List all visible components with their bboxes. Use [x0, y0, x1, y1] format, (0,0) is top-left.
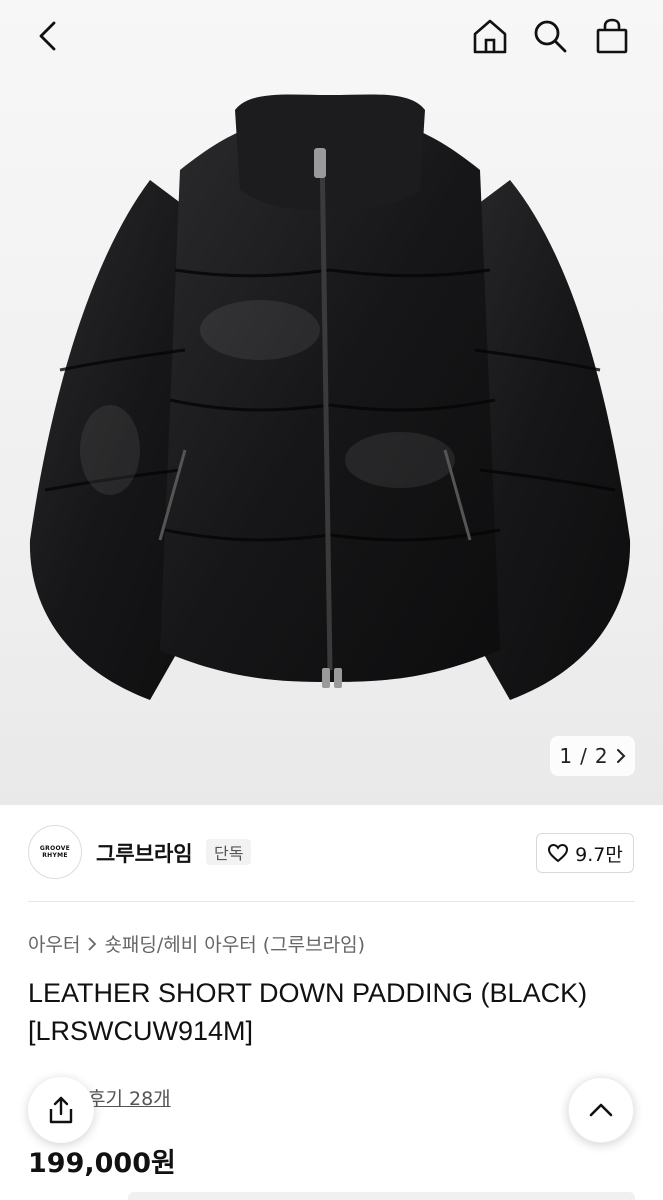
- product-title-line1: LEATHER SHORT DOWN PADDING (BLACK): [28, 978, 588, 1008]
- breadcrumb-subcategory[interactable]: 숏패딩/헤비 아우터 (그루브라임): [104, 930, 365, 957]
- review-link[interactable]: 후기 28개: [88, 1084, 171, 1111]
- bottom-panel-edge: [128, 1192, 635, 1200]
- exclusive-badge: 단독: [206, 839, 252, 865]
- shopping-bag-icon: [596, 18, 628, 54]
- pager-total: 2: [594, 744, 608, 768]
- brand-logo[interactable]: GROOVE RHYME: [28, 825, 82, 879]
- image-pager[interactable]: 1 / 2: [550, 736, 635, 776]
- share-button[interactable]: [28, 1077, 94, 1143]
- back-button[interactable]: [24, 14, 72, 58]
- brand-logo-text: GROOVE RHYME: [39, 845, 71, 859]
- share-icon: [49, 1096, 73, 1124]
- product-title-line2: [LRSWCUW914M]: [28, 1016, 254, 1046]
- chevron-up-icon: [589, 1103, 613, 1117]
- brand-name[interactable]: 그루브라임: [96, 838, 193, 868]
- home-button[interactable]: [466, 12, 514, 60]
- product-image: [29, 94, 631, 700]
- like-count: 9.7만: [575, 843, 623, 866]
- scroll-top-button[interactable]: [568, 1077, 634, 1143]
- pager-current: 1: [559, 744, 573, 768]
- product-price: 199,000원: [28, 1148, 176, 1179]
- chevron-right-icon: [88, 936, 97, 951]
- cart-button[interactable]: [588, 12, 636, 60]
- breadcrumb: 아우터 숏패딩/헤비 아우터 (그루브라임): [28, 930, 365, 957]
- brand-row: GROOVE RHYME 그루브라임 단독 9.7만: [0, 825, 663, 881]
- chevron-right-icon: [616, 749, 626, 763]
- heart-icon: [548, 843, 569, 863]
- top-navigation-bar: [0, 0, 663, 70]
- home-icon: [473, 19, 507, 54]
- product-title: LEATHER SHORT DOWN PADDING (BLACK) [LRSW…: [28, 974, 648, 1050]
- search-icon: [534, 20, 567, 53]
- divider: [28, 901, 635, 902]
- pager-separator: /: [580, 744, 587, 768]
- breadcrumb-category[interactable]: 아우터: [28, 930, 80, 957]
- like-button[interactable]: 9.7만: [536, 833, 634, 873]
- search-button[interactable]: [526, 12, 574, 60]
- product-image-gallery[interactable]: 1 / 2: [0, 0, 663, 805]
- back-arrow-icon: [39, 21, 56, 51]
